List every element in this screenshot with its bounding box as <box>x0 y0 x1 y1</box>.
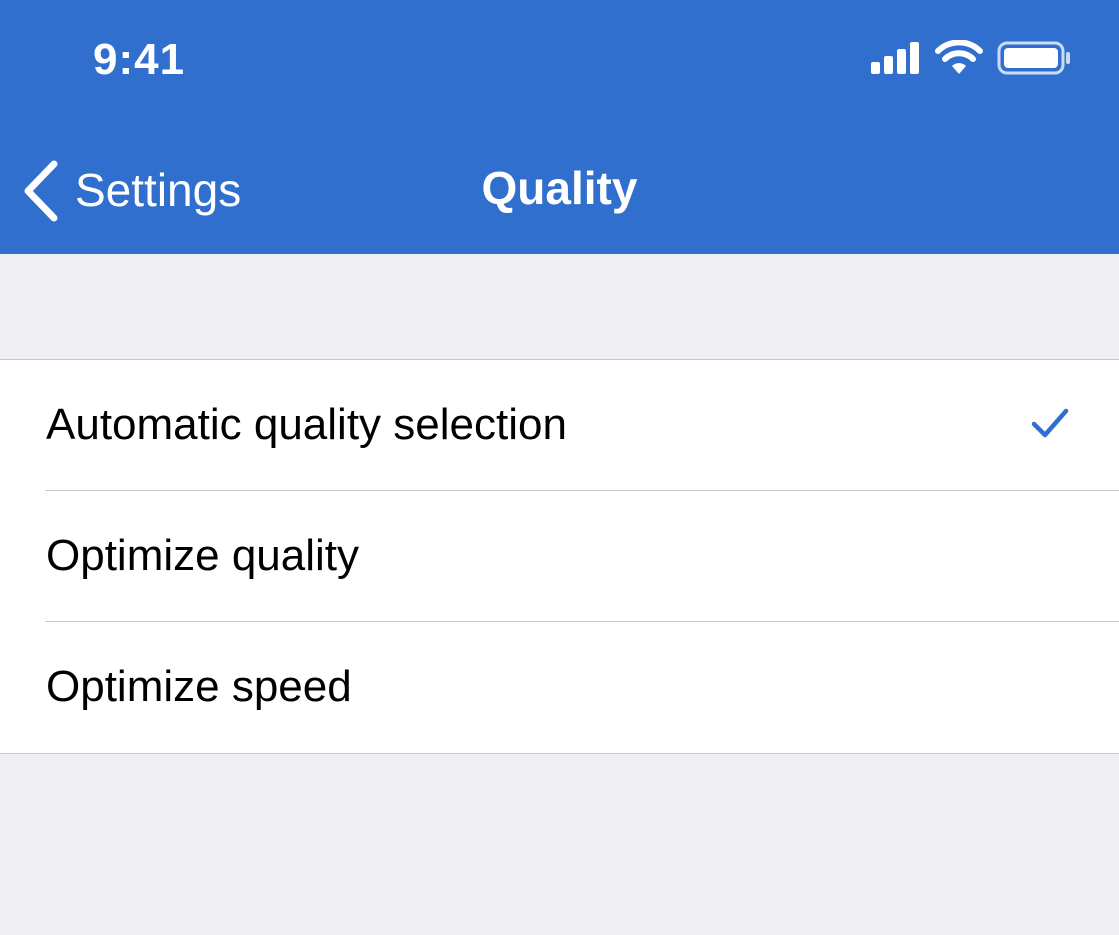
battery-icon <box>997 41 1070 75</box>
option-automatic-quality-selection[interactable]: Automatic quality selection <box>0 360 1119 491</box>
navigation-header: 9:41 Settings Quality <box>0 0 1119 254</box>
status-bar-time: 9:41 <box>93 35 186 84</box>
status-bar-icons <box>869 40 1079 80</box>
option-label: Optimize quality <box>46 531 360 580</box>
page-title: Quality <box>481 162 638 214</box>
quality-options-list: Automatic quality selection Optimize qua… <box>0 359 1119 754</box>
option-label: Automatic quality selection <box>46 400 567 449</box>
checkmark-icon <box>1031 408 1069 438</box>
option-optimize-quality[interactable]: Optimize quality <box>0 491 1119 622</box>
cellular-signal-icon <box>871 42 919 74</box>
wifi-icon <box>935 40 983 74</box>
option-label: Optimize speed <box>46 662 352 711</box>
option-optimize-speed[interactable]: Optimize speed <box>0 622 1119 753</box>
